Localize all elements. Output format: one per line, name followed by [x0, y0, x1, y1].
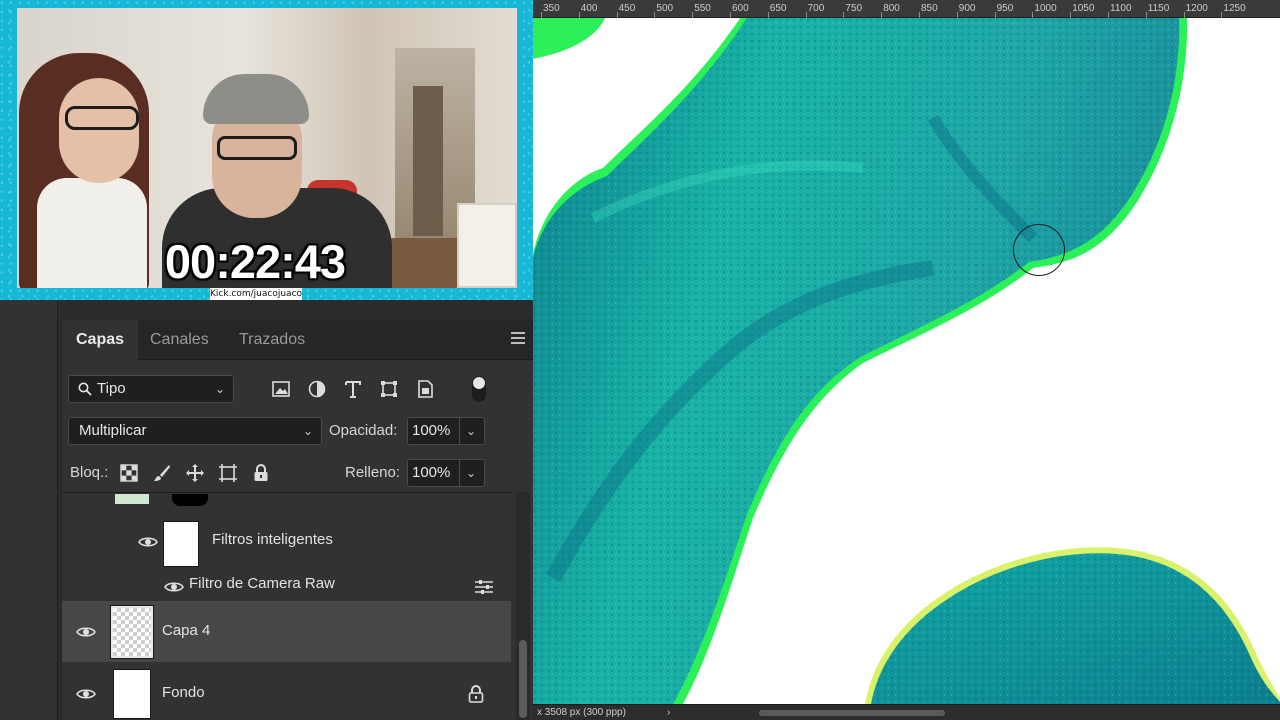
filter-toggle[interactable] [472, 376, 486, 402]
layer-row-camera-raw[interactable]: Filtro de Camera Raw [62, 573, 511, 601]
webcam-overlay: 00:22:43 Kick.com/juacojuaco [0, 0, 533, 300]
ruler-label: 1150 [1147, 3, 1170, 14]
ruler-label: 1200 [1185, 3, 1208, 14]
eye-icon[interactable] [76, 625, 96, 639]
layers-scrollbar[interactable] [516, 492, 530, 720]
lock-icons [118, 459, 272, 487]
ruler-label: 900 [958, 3, 976, 14]
fill-value: 100% [412, 464, 451, 481]
layer-thumb-fondo [113, 669, 151, 719]
layer-filter-select[interactable]: Tipo ⌄ [68, 375, 234, 403]
room-shelf [457, 203, 517, 288]
lock-position-move-icon[interactable] [184, 462, 206, 484]
room-door-inner [413, 86, 443, 236]
ruler-label: 1050 [1072, 3, 1095, 14]
layer-name: Filtros inteligentes [212, 531, 333, 548]
glasses-right [217, 136, 297, 160]
blend-mode-value: Multiplicar [79, 422, 147, 439]
layer-name: Capa 4 [162, 622, 211, 639]
stream-url: Kick.com/juacojuaco [210, 288, 303, 300]
canvas-area[interactable]: 350 400 450 500 550 600 650 700 750 800 850 900 950 1… [533, 0, 1280, 720]
ruler-label: 350 [543, 3, 560, 14]
ruler-label: 450 [618, 3, 636, 14]
ruler-label: 1000 [1034, 3, 1057, 14]
ruler-label: 800 [883, 3, 900, 14]
opacity-label: Opacidad: [329, 422, 398, 439]
layers-list: Filtros inteligentes Filtro de Camera Ra… [62, 492, 511, 720]
lock-icon [468, 685, 484, 703]
ruler-label: 1250 [1223, 3, 1246, 14]
layer-mask-thumb-partial [172, 494, 208, 506]
ruler-label: 400 [580, 3, 598, 14]
layer-thumb-partial [115, 494, 149, 504]
chevron-down-icon[interactable]: ⌄ [466, 460, 476, 486]
person-right-cap [203, 74, 309, 124]
layer-row-capa-4[interactable]: Capa 4 [62, 601, 511, 662]
artwork-canvas[interactable] [533, 18, 1280, 704]
lock-transparency-icon[interactable] [118, 462, 140, 484]
status-expand-icon[interactable]: › [667, 706, 670, 720]
blend-mode-select[interactable]: Multiplicar ⌄ [68, 417, 322, 445]
tab-capas[interactable]: Capas [62, 320, 139, 360]
layer-name: Fondo [162, 684, 205, 701]
layers-scroll-thumb[interactable] [519, 640, 527, 718]
tab-trazados[interactable]: Trazados [239, 320, 305, 360]
ruler-label: 500 [656, 3, 674, 14]
opacity-field[interactable]: 100% ⌄ [407, 417, 485, 445]
brush-cursor [1013, 224, 1065, 276]
shape-filter-icon[interactable] [376, 376, 402, 402]
layer-row-smart-filters[interactable]: Filtros inteligentes [62, 511, 511, 573]
filter-blending-options-icon[interactable] [474, 579, 494, 595]
document-info: x 3508 px (300 ppp) [537, 707, 626, 718]
lock-label: Bloq.: [70, 464, 109, 481]
status-bar: x 3508 px (300 ppp) › [533, 704, 1280, 720]
pixel-filter-icon[interactable] [268, 376, 294, 402]
layer-row-fondo[interactable]: Fondo [62, 663, 511, 720]
ruler-label: 600 [732, 3, 749, 14]
filter-icons [268, 375, 438, 403]
lock-all-icon[interactable] [250, 462, 272, 484]
tool-strip [0, 300, 58, 720]
horizontal-scroll-thumb[interactable] [759, 710, 945, 716]
search-icon [78, 382, 92, 396]
adjustment-filter-icon[interactable] [304, 376, 330, 402]
layer-row-partial[interactable] [62, 493, 511, 509]
smart-object-filter-icon[interactable] [412, 376, 438, 402]
eye-icon[interactable] [164, 580, 184, 594]
panel-tabs: Capas Canales Trazados [62, 320, 533, 360]
layers-panel: Capas Canales Trazados Tipo ⌄ Multiplica… [62, 320, 533, 720]
ruler-label: 850 [921, 3, 938, 14]
eye-icon[interactable] [138, 535, 158, 549]
smart-filter-mask-thumb [163, 521, 199, 567]
chevron-down-icon: ⌄ [214, 382, 225, 396]
opacity-value: 100% [412, 422, 451, 439]
ruler-label: 1100 [1110, 3, 1132, 14]
person-left-face [59, 78, 139, 183]
chevron-down-icon: ⌄ [302, 424, 313, 438]
lock-pixels-brush-icon[interactable] [151, 462, 173, 484]
eye-icon[interactable] [76, 687, 96, 701]
ruler-label: 550 [694, 3, 711, 14]
layer-thumb-capa-4 [110, 605, 154, 659]
person-left-body [37, 178, 147, 288]
lock-artboard-icon[interactable] [217, 462, 239, 484]
stream-timer: 00:22:43 [164, 235, 346, 288]
chevron-down-icon[interactable]: ⌄ [466, 418, 476, 444]
fill-field[interactable]: 100% ⌄ [407, 459, 485, 487]
type-filter-icon[interactable] [340, 376, 366, 402]
fill-label: Relleno: [345, 464, 401, 481]
ruler-label: 750 [845, 3, 863, 14]
ruler-label: 700 [807, 3, 825, 14]
tab-canales[interactable]: Canales [150, 320, 209, 360]
horizontal-ruler[interactable]: 350 400 450 500 550 600 650 700 750 800 850 900 950 1… [533, 0, 1280, 18]
layer-name: Filtro de Camera Raw [189, 575, 335, 592]
panel-menu-icon[interactable] [511, 332, 525, 348]
glasses-left [65, 106, 139, 130]
ruler-label: 950 [996, 3, 1014, 14]
ruler-label: 650 [769, 3, 787, 14]
